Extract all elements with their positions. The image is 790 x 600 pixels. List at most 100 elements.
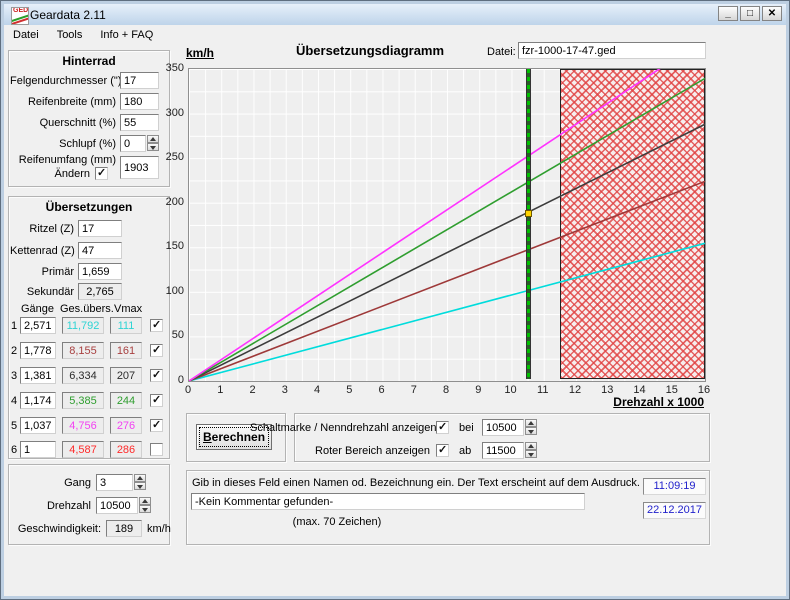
minimize-icon[interactable]: _ <box>718 6 738 21</box>
app-window: GED Geardata 2.11 _ □ ✕ DateiToolsInfo +… <box>0 0 790 600</box>
chart-title: Übersetzungsdiagramm <box>255 43 485 58</box>
schaltmarke-checkbox[interactable] <box>436 421 449 434</box>
gang-field[interactable] <box>96 474 133 491</box>
y-tick-350: 350 <box>152 62 184 74</box>
kettenrad-label: Kettenrad (Z) <box>10 245 74 257</box>
ritzel-label: Ritzel (Z) <box>10 223 74 235</box>
clock-date: 22.12.2017 <box>643 502 706 519</box>
gear-num: 6 <box>11 444 17 456</box>
x-tick-0: 0 <box>178 384 198 396</box>
x-tick-7: 7 <box>404 384 424 396</box>
file-label: Datei: <box>487 46 516 58</box>
y-tick-300: 300 <box>152 107 184 119</box>
gear-total-field <box>62 367 104 384</box>
ritzel-field[interactable] <box>78 220 122 237</box>
aendern-checkbox[interactable] <box>95 167 108 180</box>
y-tick-250: 250 <box>152 151 184 163</box>
x-tick-4: 4 <box>307 384 327 396</box>
x-axis-label: Drehzahl x 1000 <box>558 395 704 409</box>
gear-ratio-field[interactable] <box>20 342 56 359</box>
kettenrad-field[interactable] <box>78 242 122 259</box>
app-icon: GED <box>11 7 29 25</box>
sekundaer-field <box>78 283 122 300</box>
x-tick-3: 3 <box>275 384 295 396</box>
felgendurchmesser-field[interactable] <box>120 72 159 89</box>
gang-label: Gang <box>10 477 91 489</box>
gear-vmax-field <box>110 417 142 434</box>
x-tick-8: 8 <box>436 384 456 396</box>
gear-line-3 <box>189 124 705 381</box>
schlupf-stepper[interactable] <box>147 135 159 152</box>
drehzahl-field[interactable] <box>96 497 138 514</box>
gear-ratio-field[interactable] <box>20 417 56 434</box>
gear-num: 3 <box>11 370 17 382</box>
gear-num: 1 <box>11 320 17 332</box>
window-title: Geardata 2.11 <box>30 8 106 22</box>
gear-total-field <box>62 392 104 409</box>
x-tick-11: 11 <box>533 384 553 396</box>
drehzahl-label: Drehzahl <box>10 500 91 512</box>
gear-ratio-field[interactable] <box>20 367 56 384</box>
gear-total-field <box>62 317 104 334</box>
gear-visible-checkbox[interactable] <box>150 443 163 456</box>
gear-num: 5 <box>11 420 17 432</box>
col-vmax: Vmax <box>114 303 142 315</box>
gear-lines <box>189 69 705 381</box>
shift-marker-line <box>526 69 531 379</box>
y-tick-200: 200 <box>152 196 184 208</box>
current-speed-dot <box>525 210 532 217</box>
clock-time: 11:09:19 <box>643 478 706 495</box>
gear-ratio-field[interactable] <box>20 392 56 409</box>
schaltmarke-rpm-field[interactable] <box>482 419 524 436</box>
geschwindigkeit-label: Geschwindigkeit: <box>10 523 101 535</box>
menu-item-datei[interactable]: Datei <box>4 27 48 43</box>
gear-total-field <box>62 342 104 359</box>
gear-vmax-field <box>110 367 142 384</box>
sekundaer-label: Sekundär <box>10 286 74 298</box>
uebersetzungen-title: Übersetzungen <box>9 200 169 214</box>
geschwindigkeit-field <box>106 520 142 537</box>
primaer-label: Primär <box>10 266 74 278</box>
gear-vmax-field <box>110 392 142 409</box>
aendern-label: Ändern <box>10 168 90 180</box>
x-tick-2: 2 <box>243 384 263 396</box>
drehzahl-stepper[interactable] <box>139 497 151 514</box>
gear-vmax-field <box>110 342 142 359</box>
roter-bereich-rpm-stepper[interactable] <box>525 442 537 459</box>
schaltmarke-rpm-stepper[interactable] <box>525 419 537 436</box>
gear-ratio-field[interactable] <box>20 317 56 334</box>
gear-line-5 <box>189 69 705 381</box>
gear-visible-checkbox[interactable] <box>150 419 163 432</box>
x-tick-1: 1 <box>210 384 230 396</box>
gear-line-1 <box>189 243 705 381</box>
primaer-field[interactable] <box>78 263 122 280</box>
gear-vmax-field <box>110 441 142 458</box>
close-icon[interactable]: ✕ <box>762 6 782 21</box>
maximize-icon[interactable]: □ <box>740 6 760 21</box>
querschnitt-label: Querschnitt (%) <box>10 117 116 129</box>
y-tick-150: 150 <box>152 240 184 252</box>
gear-ratio-field[interactable] <box>20 441 56 458</box>
roter-bereich-label: Roter Bereich anzeigen <box>250 445 430 457</box>
bei-label: bei <box>459 422 474 434</box>
y-axis-unit-label: km/h <box>186 46 214 60</box>
roter-bereich-checkbox[interactable] <box>436 444 449 457</box>
gear-num: 2 <box>11 345 17 357</box>
schaltmarke-label: Schaltmarke / Nenndrehzahl anzeigen <box>250 422 430 434</box>
schlupf-field[interactable] <box>120 135 146 152</box>
titlebar: GED Geardata 2.11 <box>4 4 786 25</box>
uebersetzungs-chart <box>188 68 706 382</box>
gear-line-2 <box>189 181 705 381</box>
y-tick-100: 100 <box>152 285 184 297</box>
file-name-field[interactable] <box>518 42 706 59</box>
gear-num: 4 <box>11 395 17 407</box>
gear-visible-checkbox[interactable] <box>150 344 163 357</box>
menu-item-tools[interactable]: Tools <box>48 27 92 43</box>
comment-input[interactable] <box>191 493 585 510</box>
menu-item-info-faq[interactable]: Info + FAQ <box>91 27 162 43</box>
reifenumfang-label: Reifenumfang (mm) <box>10 154 116 166</box>
gang-stepper[interactable] <box>134 474 146 491</box>
gear-visible-checkbox[interactable] <box>150 394 163 407</box>
gear-vmax-field <box>110 317 142 334</box>
roter-bereich-rpm-field[interactable] <box>482 442 524 459</box>
